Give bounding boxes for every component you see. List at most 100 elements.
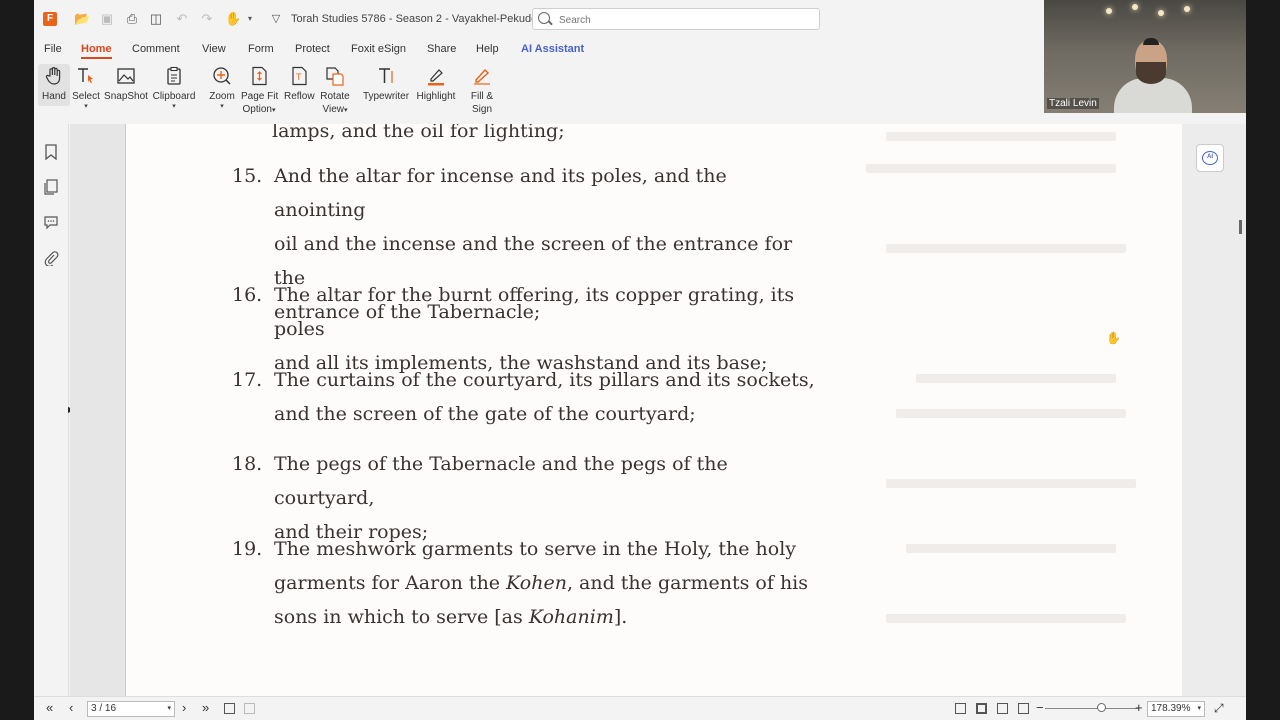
redo-icon[interactable]: ↷ (199, 11, 215, 27)
menu-help[interactable]: Help (476, 43, 499, 55)
menu-comment[interactable]: Comment (132, 43, 180, 55)
menu-file[interactable]: File (44, 43, 62, 55)
next-page-icon[interactable]: › (182, 701, 186, 715)
page-fit-label-1: Page Fit (241, 91, 279, 102)
reflow-button[interactable]: T Reflow (284, 64, 315, 103)
page-bleed-text (916, 374, 1116, 383)
hand-tool-button[interactable]: Hand (38, 64, 70, 106)
page-bleed-text (906, 544, 1116, 553)
menu-ai-assistant[interactable]: AI Assistant (521, 43, 584, 55)
verse-text: The curtains of the courtyard, its pilla… (274, 369, 815, 425)
thumbnail-icon[interactable] (244, 703, 255, 714)
menu-form[interactable]: Form (248, 43, 274, 55)
full-screen-icon[interactable]: ⤢ (1214, 701, 1224, 715)
snapshot-button[interactable]: SnapShot (104, 64, 148, 103)
scrollbar-thumb[interactable] (1239, 220, 1242, 234)
reflow-label: Reflow (284, 91, 315, 102)
customize-dropdown-icon[interactable]: ▾ (242, 11, 258, 27)
document-title: Torah Studies 5786 - Season 2 - Vayakhel… (291, 13, 568, 25)
webcam-video: Tzali Levin (1044, 0, 1246, 113)
verse-number: 19. (232, 538, 263, 560)
single-page-view-icon[interactable] (955, 703, 966, 714)
rotate-label-2: View▾ (322, 104, 348, 115)
page-bleed-text (886, 614, 1126, 623)
verse-number: 17. (232, 369, 263, 391)
facing-view-icon[interactable] (997, 703, 1008, 714)
fill-sign-icon (474, 68, 490, 85)
zoom-slider[interactable] (1045, 708, 1139, 709)
speaker-beard (1136, 62, 1166, 84)
hand-icon (45, 67, 61, 85)
fill-sign-label-1: Fill & (470, 91, 494, 102)
page-fit-icon (252, 66, 267, 86)
page-layout-icon[interactable] (224, 703, 235, 714)
menu-protect[interactable]: Protect (295, 43, 330, 55)
previous-page-icon[interactable]: ‹ (69, 701, 73, 715)
menu-home[interactable]: Home (81, 43, 112, 59)
fill-sign-button[interactable]: Fill & Sign (468, 64, 496, 116)
page-fit-button[interactable]: Page Fit Option▾ (241, 64, 279, 117)
zoom-dropdown-icon[interactable]: ▾ (206, 103, 238, 111)
rotate-label-1: Rotate (320, 91, 350, 102)
print-icon[interactable]: ⎙ (124, 11, 140, 27)
vertical-scrollbar[interactable] (1236, 124, 1246, 696)
zoom-icon (213, 67, 231, 85)
status-bar: « ‹ 3 / 16 ▾ › » − + 178.39% ▾ ⤢ (34, 696, 1246, 720)
filter-icon[interactable]: ▽ (268, 11, 284, 27)
ai-assistant-button[interactable]: AI (1196, 144, 1224, 172)
clipboard-dropdown-icon[interactable]: ▾ (152, 103, 196, 111)
search-box[interactable] (532, 8, 820, 30)
page-number-field[interactable]: 3 / 16 ▾ (87, 701, 175, 717)
fill-sign-label-2: Sign (471, 104, 492, 115)
snapshot-icon (117, 68, 135, 84)
select-dropdown-icon[interactable]: ▾ (72, 103, 100, 111)
svg-text:T: T (296, 72, 302, 82)
rotate-view-button[interactable]: Rotate View▾ (319, 64, 351, 117)
pages-icon[interactable] (43, 179, 59, 195)
typewriter-button[interactable]: Typewriter (362, 64, 410, 103)
ceiling-light (1158, 10, 1164, 16)
first-page-icon[interactable]: « (46, 701, 53, 715)
highlight-button[interactable]: Highlight (415, 64, 457, 103)
last-page-icon[interactable]: » (202, 701, 209, 715)
zoom-label: Zoom (209, 91, 235, 102)
hand-quick-icon[interactable]: ✋ (225, 11, 241, 27)
open-folder-icon[interactable]: 📂 (74, 11, 90, 27)
zoom-button[interactable]: Zoom ▾ (206, 64, 238, 111)
menu-share[interactable]: Share (427, 43, 456, 55)
undo-icon[interactable]: ↶ (174, 11, 190, 27)
snapshot-label: SnapShot (104, 91, 148, 102)
search-input[interactable] (557, 12, 811, 28)
bookmark-icon[interactable] (43, 144, 59, 160)
new-pdf-icon[interactable]: ◫ (148, 11, 164, 27)
page-bleed-text (886, 132, 1116, 141)
menu-foxit-esign[interactable]: Foxit eSign (351, 43, 406, 55)
zoom-out-icon[interactable]: − (1036, 701, 1044, 715)
clipboard-button[interactable]: Clipboard ▾ (152, 64, 196, 111)
page-bleed-text (886, 479, 1136, 488)
page-bleed-text (866, 164, 1116, 173)
right-panel: AI (1182, 124, 1246, 696)
menu-view[interactable]: View (202, 43, 226, 55)
zoom-dropdown-icon[interactable]: ▾ (1197, 702, 1201, 716)
page-bleed-text (896, 409, 1126, 418)
ceiling-light (1106, 8, 1112, 14)
verse-number: 18. (232, 453, 263, 475)
zoom-slider-handle[interactable] (1097, 703, 1106, 712)
foxit-logo-icon: F (43, 12, 57, 26)
highlight-label: Highlight (416, 91, 456, 102)
comments-icon[interactable] (43, 214, 59, 230)
document-viewport[interactable]: lamps, and the oil for lighting; 15. And… (70, 124, 1234, 696)
page-dropdown-icon[interactable]: ▾ (167, 702, 171, 716)
continuous-view-icon[interactable] (976, 703, 987, 714)
verse-number: 16. (232, 284, 263, 306)
continuous-facing-view-icon[interactable] (1018, 703, 1029, 714)
save-icon[interactable]: ▣ (99, 11, 115, 27)
attachment-icon[interactable] (43, 250, 59, 266)
participant-name: Tzali Levin (1047, 98, 1099, 109)
select-tool-button[interactable]: Select ▾ (72, 64, 100, 111)
zoom-level-field[interactable]: 178.39% ▾ (1147, 701, 1205, 717)
select-text-icon (78, 68, 93, 84)
zoom-in-icon[interactable]: + (1135, 701, 1143, 715)
search-icon (538, 12, 550, 24)
